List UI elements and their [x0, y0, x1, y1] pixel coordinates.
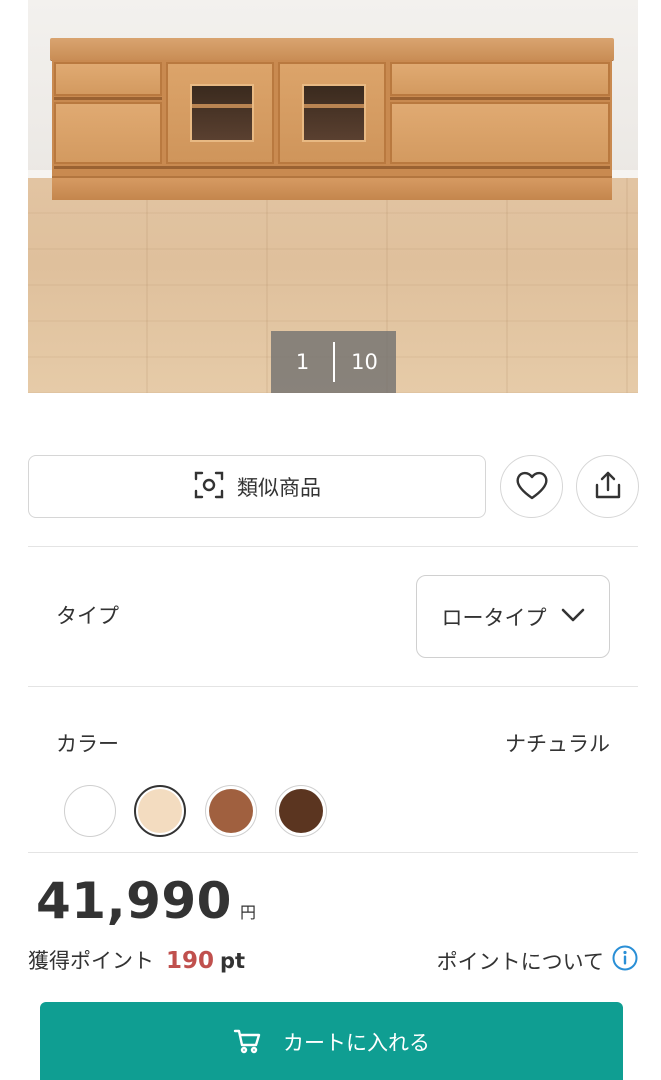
- image-counter-current: 1: [295, 350, 310, 374]
- color-swatch-dark-brown[interactable]: [275, 785, 327, 837]
- color-swatch-natural[interactable]: [134, 785, 186, 837]
- tv-board-top: [50, 38, 614, 60]
- type-select[interactable]: ロータイプ: [416, 575, 610, 658]
- divider: [28, 686, 638, 687]
- type-option-label: タイプ: [56, 604, 119, 628]
- drawer-left-bottom: [54, 102, 162, 164]
- favorite-button[interactable]: [500, 455, 563, 518]
- swatch-fill: [138, 789, 182, 833]
- color-selected-value: ナチュラル: [505, 732, 610, 756]
- glass-panel: [302, 84, 366, 142]
- color-swatch-white[interactable]: [64, 785, 116, 837]
- swatch-fill: [68, 789, 112, 833]
- drawer-left-top: [54, 62, 162, 96]
- glass-door-left: [166, 62, 274, 164]
- price-currency: 円: [239, 903, 256, 922]
- swatch-fill: [279, 789, 323, 833]
- glass-panel: [190, 84, 254, 142]
- add-to-cart-button[interactable]: カートに入れる: [40, 1002, 623, 1080]
- drawer-right-bottom: [390, 102, 610, 164]
- share-button[interactable]: [576, 455, 639, 518]
- color-swatch-medium-brown[interactable]: [205, 785, 257, 837]
- earned-points-unit: pt: [220, 949, 246, 973]
- image-search-icon: [193, 469, 225, 505]
- similar-products-label: 類似商品: [237, 475, 321, 500]
- earned-points-label: 獲得ポイント: [28, 949, 154, 973]
- tv-board-body: [52, 60, 612, 176]
- earned-points: 獲得ポイント 190 pt: [28, 945, 245, 975]
- divider: [28, 546, 638, 547]
- share-icon: [592, 469, 624, 505]
- handle-strip: [54, 97, 162, 100]
- price-amount: 41,990: [36, 872, 232, 930]
- handle-strip: [54, 166, 610, 169]
- add-to-cart-label: カートに入れる: [283, 1031, 430, 1055]
- earned-points-value: 190: [166, 948, 215, 974]
- color-option-label: カラー: [56, 732, 119, 756]
- heart-icon: [515, 470, 549, 504]
- image-counter: 1 10: [271, 331, 396, 393]
- chevron-down-icon: [561, 607, 585, 627]
- divider: [28, 852, 638, 853]
- handle-strip: [390, 97, 610, 100]
- similar-products-button[interactable]: 類似商品: [28, 455, 486, 518]
- tv-board-illustration: [50, 38, 614, 200]
- type-select-value: ロータイプ: [441, 605, 547, 630]
- tv-board-base: [52, 176, 612, 200]
- image-counter-total: 10: [351, 350, 378, 374]
- info-icon: [612, 945, 638, 976]
- glass-door-right: [278, 62, 386, 164]
- price: 41,990 円: [36, 872, 256, 930]
- swatch-fill: [209, 789, 253, 833]
- points-info-label: ポイントについて: [436, 949, 604, 974]
- drawer-right-top: [390, 62, 610, 96]
- product-image[interactable]: 1 10: [28, 0, 638, 393]
- points-info-link[interactable]: ポイントについて: [437, 945, 638, 976]
- cart-icon: [233, 1027, 261, 1059]
